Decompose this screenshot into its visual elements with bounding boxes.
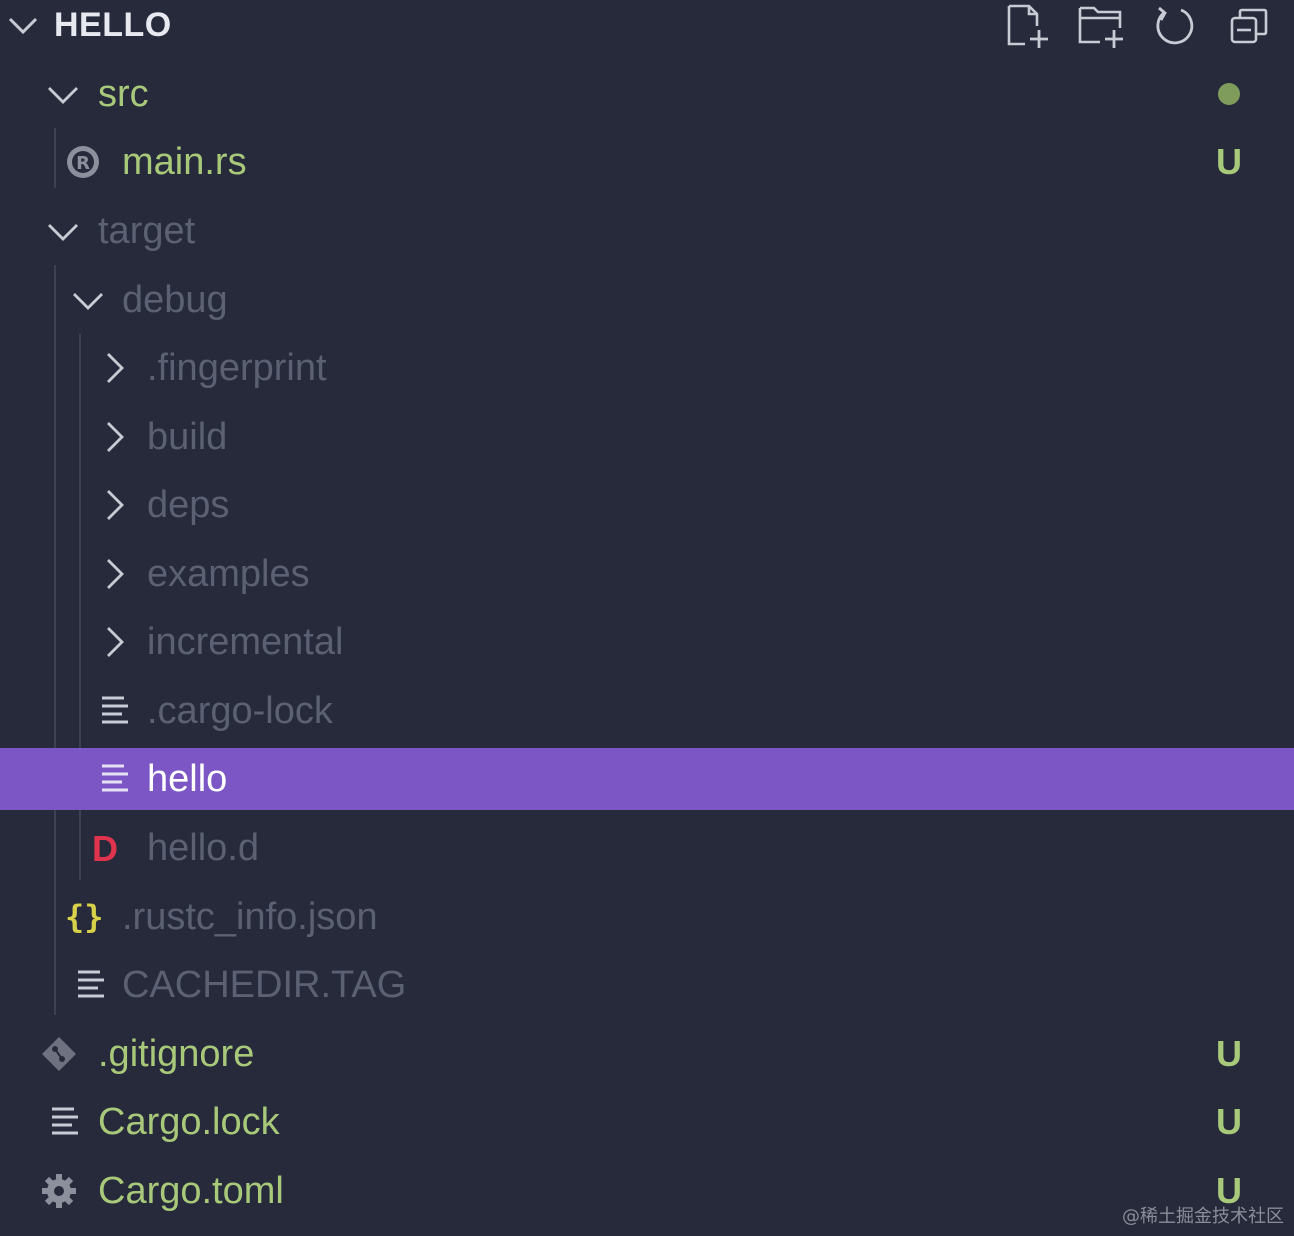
chevron-down-icon: [73, 293, 103, 310]
chevron-right-icon: [107, 422, 124, 452]
svg-text:D: D: [92, 829, 118, 867]
tree-item-label: deps: [147, 484, 230, 526]
chevron-down-icon[interactable]: [6, 8, 40, 42]
tree-item-label: Cargo.lock: [98, 1101, 280, 1143]
svg-text:{}: {}: [65, 898, 102, 936]
tree-item-debug[interactable]: debug: [0, 268, 1294, 332]
tree-item-cargo-lock-root[interactable]: Cargo.lock U: [0, 1090, 1294, 1154]
tree-item-build[interactable]: build: [0, 405, 1294, 469]
json-icon: {}: [65, 898, 102, 936]
tree-item-rustc-info-json[interactable]: {} .rustc_info.json: [0, 885, 1294, 949]
tree-item-cargo-toml[interactable]: Cargo.toml U: [0, 1159, 1294, 1223]
tree-item-gitignore[interactable]: .gitignore U: [0, 1022, 1294, 1086]
svg-text:R: R: [76, 153, 90, 174]
tree-item-hello[interactable]: hello: [0, 748, 1294, 810]
d-language-icon: D: [92, 829, 118, 867]
tree-item-label: examples: [147, 553, 310, 595]
collapse-all-button[interactable]: [1226, 2, 1276, 52]
git-status-badge: U: [1216, 1033, 1242, 1074]
tree-item-cargo-lock[interactable]: .cargo-lock: [0, 679, 1294, 743]
tree-item-deps[interactable]: deps: [0, 473, 1294, 537]
text-file-icon: [102, 696, 128, 724]
tree-item-label: hello: [147, 758, 228, 800]
refresh-icon: [1156, 6, 1194, 45]
tree-item-incremental[interactable]: incremental: [0, 610, 1294, 674]
tree-item-cachedir-tag[interactable]: CACHEDIR.TAG: [0, 953, 1294, 1017]
tree-item-fingerprint[interactable]: .fingerprint: [0, 336, 1294, 400]
tree-item-label: debug: [122, 279, 228, 321]
tree-item-label: Cargo.toml: [98, 1170, 284, 1212]
git-status-badge: U: [1216, 1101, 1242, 1142]
explorer-header[interactable]: HELLO: [0, 0, 1294, 54]
tree-item-label: main.rs: [122, 141, 247, 183]
text-file-icon: [102, 764, 128, 792]
tree-item-src[interactable]: src: [0, 62, 1294, 126]
tree-item-examples[interactable]: examples: [0, 542, 1294, 606]
gear-icon: [42, 1174, 76, 1208]
watermark: @稀土掘金技术社区: [1122, 1206, 1284, 1227]
text-file-icon: [52, 1107, 78, 1135]
new-folder-button[interactable]: [1076, 2, 1126, 52]
new-file-button[interactable]: [1003, 2, 1053, 52]
tree-item-target[interactable]: target: [0, 199, 1294, 263]
chevron-right-icon: [107, 559, 124, 589]
tree-item-main-rs[interactable]: R main.rs U: [0, 130, 1294, 194]
chevron-down-icon: [48, 224, 78, 241]
tree-item-label: target: [98, 210, 196, 252]
tree-item-label: incremental: [147, 621, 344, 663]
new-file-icon: [1007, 4, 1048, 48]
chevron-down-icon: [48, 87, 78, 104]
status-dot: [1218, 83, 1240, 105]
tree-item-hello-d[interactable]: D hello.d: [0, 816, 1294, 880]
text-file-icon: [78, 970, 104, 998]
collapse-all-icon: [1230, 8, 1268, 44]
tree-item-label: CACHEDIR.TAG: [122, 964, 407, 1006]
tree-item-label: build: [147, 416, 228, 458]
new-folder-icon: [1078, 6, 1123, 48]
git-status-badge: U: [1216, 141, 1242, 182]
refresh-button[interactable]: [1151, 2, 1201, 52]
tree-item-label: .fingerprint: [147, 347, 327, 389]
tree-item-label: .cargo-lock: [147, 690, 333, 732]
git-icon: [42, 1037, 76, 1071]
rust-icon: R: [67, 146, 99, 178]
chevron-right-icon: [107, 627, 124, 657]
workspace-title: HELLO: [54, 6, 172, 44]
file-explorer: HELLO src R main.rs U target debug .fing…: [0, 0, 1294, 1236]
chevron-right-icon: [107, 490, 124, 520]
tree-item-label: src: [98, 73, 149, 115]
tree-item-label: hello.d: [147, 827, 259, 869]
chevron-right-icon: [107, 353, 124, 383]
tree-item-label: .gitignore: [98, 1033, 255, 1075]
tree-item-label: .rustc_info.json: [122, 896, 378, 938]
